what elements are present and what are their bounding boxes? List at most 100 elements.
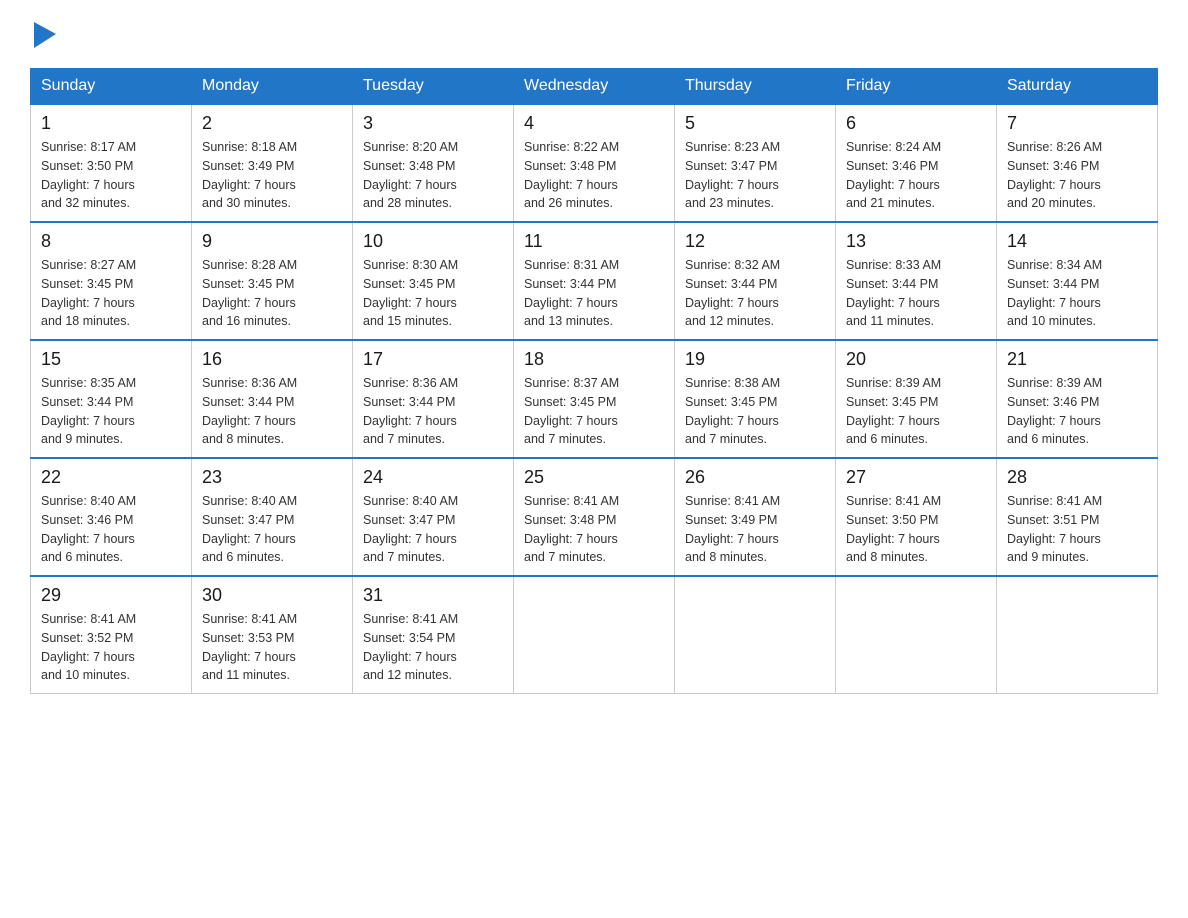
day-info: Sunrise: 8:33 AMSunset: 3:44 PMDaylight:… (846, 258, 941, 328)
day-info: Sunrise: 8:26 AMSunset: 3:46 PMDaylight:… (1007, 140, 1102, 210)
logo-triangle-icon (34, 22, 56, 48)
day-number: 3 (363, 113, 503, 134)
day-info: Sunrise: 8:36 AMSunset: 3:44 PMDaylight:… (202, 376, 297, 446)
day-info: Sunrise: 8:35 AMSunset: 3:44 PMDaylight:… (41, 376, 136, 446)
day-header-tuesday: Tuesday (353, 69, 514, 105)
calendar-cell: 24 Sunrise: 8:40 AMSunset: 3:47 PMDaylig… (353, 458, 514, 576)
day-number: 5 (685, 113, 825, 134)
day-number: 8 (41, 231, 181, 252)
day-info: Sunrise: 8:36 AMSunset: 3:44 PMDaylight:… (363, 376, 458, 446)
day-info: Sunrise: 8:41 AMSunset: 3:52 PMDaylight:… (41, 612, 136, 682)
page-header (30, 20, 1158, 48)
calendar-cell: 15 Sunrise: 8:35 AMSunset: 3:44 PMDaylig… (31, 340, 192, 458)
day-number: 18 (524, 349, 664, 370)
calendar-cell: 16 Sunrise: 8:36 AMSunset: 3:44 PMDaylig… (192, 340, 353, 458)
calendar-cell: 20 Sunrise: 8:39 AMSunset: 3:45 PMDaylig… (836, 340, 997, 458)
day-number: 24 (363, 467, 503, 488)
day-info: Sunrise: 8:41 AMSunset: 3:51 PMDaylight:… (1007, 494, 1102, 564)
day-info: Sunrise: 8:41 AMSunset: 3:53 PMDaylight:… (202, 612, 297, 682)
week-row-1: 1 Sunrise: 8:17 AMSunset: 3:50 PMDayligh… (31, 104, 1158, 222)
day-number: 12 (685, 231, 825, 252)
day-number: 17 (363, 349, 503, 370)
calendar-cell: 30 Sunrise: 8:41 AMSunset: 3:53 PMDaylig… (192, 576, 353, 694)
day-number: 6 (846, 113, 986, 134)
calendar-cell: 14 Sunrise: 8:34 AMSunset: 3:44 PMDaylig… (997, 222, 1158, 340)
week-row-5: 29 Sunrise: 8:41 AMSunset: 3:52 PMDaylig… (31, 576, 1158, 694)
calendar-cell: 1 Sunrise: 8:17 AMSunset: 3:50 PMDayligh… (31, 104, 192, 222)
calendar-cell: 12 Sunrise: 8:32 AMSunset: 3:44 PMDaylig… (675, 222, 836, 340)
day-number: 19 (685, 349, 825, 370)
calendar-cell: 26 Sunrise: 8:41 AMSunset: 3:49 PMDaylig… (675, 458, 836, 576)
day-info: Sunrise: 8:41 AMSunset: 3:54 PMDaylight:… (363, 612, 458, 682)
calendar-cell: 3 Sunrise: 8:20 AMSunset: 3:48 PMDayligh… (353, 104, 514, 222)
calendar-cell: 25 Sunrise: 8:41 AMSunset: 3:48 PMDaylig… (514, 458, 675, 576)
week-row-4: 22 Sunrise: 8:40 AMSunset: 3:46 PMDaylig… (31, 458, 1158, 576)
day-number: 27 (846, 467, 986, 488)
calendar-cell: 18 Sunrise: 8:37 AMSunset: 3:45 PMDaylig… (514, 340, 675, 458)
day-info: Sunrise: 8:40 AMSunset: 3:46 PMDaylight:… (41, 494, 136, 564)
calendar-table: SundayMondayTuesdayWednesdayThursdayFrid… (30, 68, 1158, 694)
calendar-cell: 9 Sunrise: 8:28 AMSunset: 3:45 PMDayligh… (192, 222, 353, 340)
day-header-saturday: Saturday (997, 69, 1158, 105)
day-info: Sunrise: 8:31 AMSunset: 3:44 PMDaylight:… (524, 258, 619, 328)
calendar-cell: 21 Sunrise: 8:39 AMSunset: 3:46 PMDaylig… (997, 340, 1158, 458)
calendar-cell: 28 Sunrise: 8:41 AMSunset: 3:51 PMDaylig… (997, 458, 1158, 576)
calendar-cell: 22 Sunrise: 8:40 AMSunset: 3:46 PMDaylig… (31, 458, 192, 576)
day-number: 4 (524, 113, 664, 134)
calendar-cell (836, 576, 997, 694)
day-header-wednesday: Wednesday (514, 69, 675, 105)
day-number: 7 (1007, 113, 1147, 134)
logo (30, 20, 56, 48)
day-info: Sunrise: 8:37 AMSunset: 3:45 PMDaylight:… (524, 376, 619, 446)
day-number: 20 (846, 349, 986, 370)
day-header-sunday: Sunday (31, 69, 192, 105)
day-header-friday: Friday (836, 69, 997, 105)
day-number: 31 (363, 585, 503, 606)
day-info: Sunrise: 8:20 AMSunset: 3:48 PMDaylight:… (363, 140, 458, 210)
day-number: 30 (202, 585, 342, 606)
calendar-cell: 11 Sunrise: 8:31 AMSunset: 3:44 PMDaylig… (514, 222, 675, 340)
day-number: 14 (1007, 231, 1147, 252)
calendar-cell: 10 Sunrise: 8:30 AMSunset: 3:45 PMDaylig… (353, 222, 514, 340)
day-info: Sunrise: 8:23 AMSunset: 3:47 PMDaylight:… (685, 140, 780, 210)
day-number: 10 (363, 231, 503, 252)
day-info: Sunrise: 8:41 AMSunset: 3:48 PMDaylight:… (524, 494, 619, 564)
day-number: 13 (846, 231, 986, 252)
day-header-monday: Monday (192, 69, 353, 105)
day-number: 9 (202, 231, 342, 252)
day-info: Sunrise: 8:32 AMSunset: 3:44 PMDaylight:… (685, 258, 780, 328)
day-info: Sunrise: 8:40 AMSunset: 3:47 PMDaylight:… (363, 494, 458, 564)
day-info: Sunrise: 8:27 AMSunset: 3:45 PMDaylight:… (41, 258, 136, 328)
calendar-cell: 29 Sunrise: 8:41 AMSunset: 3:52 PMDaylig… (31, 576, 192, 694)
calendar-cell (997, 576, 1158, 694)
calendar-cell: 23 Sunrise: 8:40 AMSunset: 3:47 PMDaylig… (192, 458, 353, 576)
day-info: Sunrise: 8:40 AMSunset: 3:47 PMDaylight:… (202, 494, 297, 564)
day-info: Sunrise: 8:18 AMSunset: 3:49 PMDaylight:… (202, 140, 297, 210)
calendar-cell (675, 576, 836, 694)
day-number: 22 (41, 467, 181, 488)
calendar-cell: 13 Sunrise: 8:33 AMSunset: 3:44 PMDaylig… (836, 222, 997, 340)
calendar-cell: 5 Sunrise: 8:23 AMSunset: 3:47 PMDayligh… (675, 104, 836, 222)
day-number: 25 (524, 467, 664, 488)
calendar-cell: 6 Sunrise: 8:24 AMSunset: 3:46 PMDayligh… (836, 104, 997, 222)
day-number: 1 (41, 113, 181, 134)
day-number: 23 (202, 467, 342, 488)
day-info: Sunrise: 8:38 AMSunset: 3:45 PMDaylight:… (685, 376, 780, 446)
day-number: 29 (41, 585, 181, 606)
day-number: 2 (202, 113, 342, 134)
calendar-cell: 8 Sunrise: 8:27 AMSunset: 3:45 PMDayligh… (31, 222, 192, 340)
day-info: Sunrise: 8:41 AMSunset: 3:49 PMDaylight:… (685, 494, 780, 564)
calendar-cell: 4 Sunrise: 8:22 AMSunset: 3:48 PMDayligh… (514, 104, 675, 222)
day-number: 26 (685, 467, 825, 488)
day-number: 28 (1007, 467, 1147, 488)
day-info: Sunrise: 8:17 AMSunset: 3:50 PMDaylight:… (41, 140, 136, 210)
calendar-cell: 19 Sunrise: 8:38 AMSunset: 3:45 PMDaylig… (675, 340, 836, 458)
calendar-cell: 31 Sunrise: 8:41 AMSunset: 3:54 PMDaylig… (353, 576, 514, 694)
day-info: Sunrise: 8:39 AMSunset: 3:46 PMDaylight:… (1007, 376, 1102, 446)
day-info: Sunrise: 8:34 AMSunset: 3:44 PMDaylight:… (1007, 258, 1102, 328)
day-number: 15 (41, 349, 181, 370)
day-info: Sunrise: 8:28 AMSunset: 3:45 PMDaylight:… (202, 258, 297, 328)
calendar-cell (514, 576, 675, 694)
calendar-cell: 17 Sunrise: 8:36 AMSunset: 3:44 PMDaylig… (353, 340, 514, 458)
day-info: Sunrise: 8:30 AMSunset: 3:45 PMDaylight:… (363, 258, 458, 328)
